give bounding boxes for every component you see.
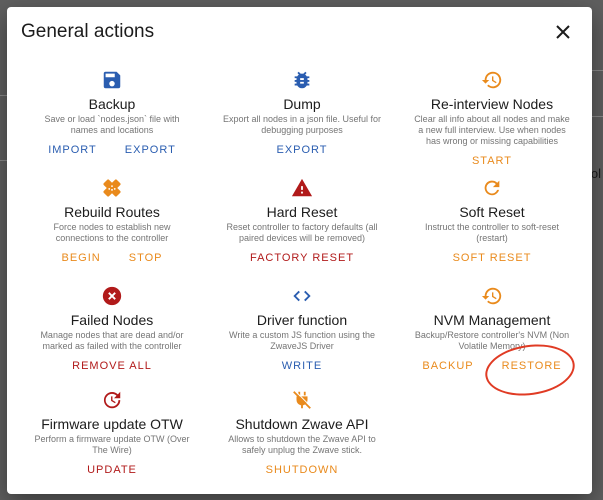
- factory-reset-button[interactable]: FACTORY RESET: [246, 250, 358, 266]
- error-icon: [101, 285, 123, 307]
- action-title: Failed Nodes: [70, 312, 154, 328]
- action-description: Write a custom JS function using the Zwa…: [229, 330, 375, 351]
- action-description: Backup/Restore controller's NVM (Non Vol…: [414, 330, 570, 351]
- code-icon: [291, 285, 313, 307]
- general-actions-dialog: General actions Backup Save or load `nod…: [7, 7, 592, 494]
- update-button[interactable]: UPDATE: [83, 462, 141, 478]
- action-description: Clear all info about all nodes and make …: [414, 114, 570, 146]
- action-title: Hard Reset: [266, 204, 338, 220]
- action-firmware-update: Firmware update OTW Perform a firmware u…: [17, 389, 207, 489]
- action-shutdown-zwave: Shutdown Zwave API Allows to shutdown th…: [207, 389, 397, 489]
- healing-icon: [101, 177, 123, 199]
- action-description: Force nodes to establish new connections…: [53, 222, 171, 243]
- action-soft-reset: Soft Reset Instruct the controller to so…: [397, 177, 587, 285]
- action-rebuild-routes: Rebuild Routes Force nodes to establish …: [17, 177, 207, 285]
- action-reinterview: Re-interview Nodes Clear all info about …: [397, 69, 587, 177]
- write-button[interactable]: WRITE: [278, 358, 326, 374]
- action-description: Perform a firmware update OTW (Over The …: [34, 434, 190, 455]
- refresh-icon: [481, 177, 503, 199]
- bug-icon: [291, 69, 313, 91]
- action-title: Re-interview Nodes: [430, 96, 554, 112]
- action-description: Allows to shutdown the Zwave API to safe…: [228, 434, 376, 455]
- action-failed-nodes: Failed Nodes Manage nodes that are dead …: [17, 285, 207, 389]
- action-title: Dump: [283, 96, 321, 112]
- start-button[interactable]: START: [468, 153, 516, 169]
- restore-icon: [481, 285, 503, 307]
- soft-reset-button[interactable]: SOFT RESET: [449, 250, 536, 266]
- action-description: Export all nodes in a json file. Useful …: [222, 114, 382, 135]
- action-title: NVM Management: [433, 312, 551, 328]
- action-title: Firmware update OTW: [41, 416, 183, 432]
- save-icon: [101, 69, 123, 91]
- stop-button[interactable]: STOP: [125, 250, 167, 266]
- action-title: Driver function: [256, 312, 348, 328]
- action-nvm-management: NVM Management Backup/Restore controller…: [397, 285, 587, 389]
- action-hard-reset: Hard Reset Reset controller to factory d…: [207, 177, 397, 285]
- action-title: Backup: [88, 96, 136, 112]
- begin-button[interactable]: BEGIN: [58, 250, 105, 266]
- update-icon: [101, 389, 123, 411]
- action-description: Instruct the controller to soft-reset (r…: [424, 222, 560, 243]
- close-icon: [556, 25, 570, 39]
- action-backup: Backup Save or load `nodes.json` file wi…: [17, 69, 207, 177]
- power-plug-off-icon: [291, 389, 313, 411]
- actions-grid: Backup Save or load `nodes.json` file wi…: [17, 69, 587, 489]
- shutdown-button[interactable]: SHUTDOWN: [262, 462, 343, 478]
- background-partial-text: ol: [590, 166, 601, 181]
- import-button[interactable]: IMPORT: [44, 142, 101, 158]
- action-description: Save or load `nodes.json` file with name…: [44, 114, 180, 135]
- nvm-restore-button[interactable]: RESTORE: [498, 358, 566, 374]
- export-button[interactable]: EXPORT: [121, 142, 180, 158]
- action-title: Soft Reset: [459, 204, 525, 220]
- action-title: Rebuild Routes: [64, 204, 160, 220]
- action-driver-function: Driver function Write a custom JS functi…: [207, 285, 397, 389]
- warning-icon: [291, 177, 313, 199]
- export-button[interactable]: EXPORT: [272, 142, 331, 158]
- nvm-backup-button[interactable]: BACKUP: [418, 358, 477, 374]
- history-icon: [481, 69, 503, 91]
- close-button[interactable]: [551, 20, 575, 44]
- action-dump: Dump Export all nodes in a json file. Us…: [207, 69, 397, 177]
- action-description: Reset controller to factory defaults (al…: [226, 222, 378, 243]
- dialog-title: General actions: [21, 21, 155, 42]
- remove-all-button[interactable]: REMOVE ALL: [68, 358, 156, 374]
- action-description: Manage nodes that are dead and/or marked…: [40, 330, 184, 351]
- action-title: Shutdown Zwave API: [235, 416, 369, 432]
